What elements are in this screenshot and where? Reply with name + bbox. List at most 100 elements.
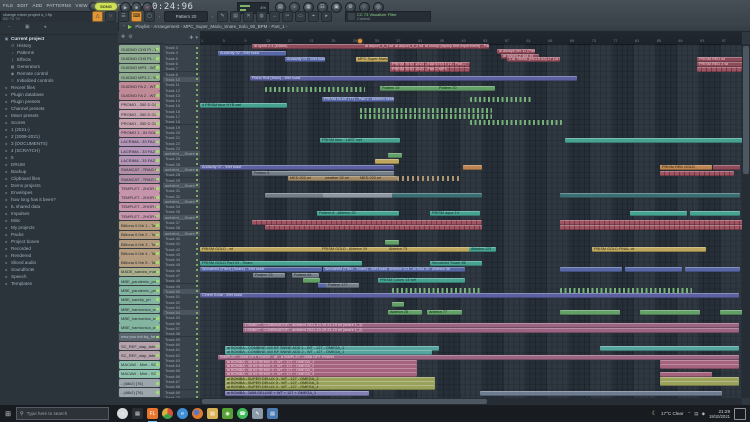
track-options-icon[interactable]: ▾ <box>195 35 198 41</box>
clip[interactable]: Cinere Amat - Wet toast <box>200 293 739 298</box>
clip[interactable] <box>265 87 365 92</box>
explorer-icon[interactable]: ▤ <box>207 408 218 419</box>
detach-icon[interactable]: ⌃ <box>122 24 125 29</box>
slice-tool[interactable]: ✂ <box>282 11 293 22</box>
browser-item-templates[interactable]: ▸Templates <box>0 280 118 287</box>
vertical-scrollbar-thumb[interactable] <box>743 46 749 174</box>
clip[interactable]: PRISM RED wt <box>697 57 742 62</box>
track-mute-led[interactable] <box>196 317 198 319</box>
clip[interactable] <box>660 364 739 369</box>
select-tool[interactable]: ▭ <box>295 11 306 22</box>
clip[interactable]: ai always her 11 (Part 1) <box>497 49 535 54</box>
clip[interactable]: Ableton 25 <box>388 310 422 315</box>
browser-item-drum[interactable]: ▸DRUM <box>0 161 118 168</box>
clip[interactable]: 2 ai 75M51 (NCLS 63) LT [187] (PRISM_2) <box>507 57 560 62</box>
picker-item[interactable]: GUIDNO CH3 PI - WT <box>119 45 160 53</box>
task-view-icon[interactable]: ▤ <box>132 408 143 419</box>
clip[interactable]: Ableton 123 <box>469 247 496 252</box>
track-mute-led[interactable] <box>196 47 198 49</box>
metronome-button[interactable]: △ <box>92 11 103 22</box>
browser-item-envelopes[interactable]: ▸Envelopes <box>0 189 118 196</box>
mute-led[interactable] <box>156 224 159 227</box>
track-mute-led[interactable] <box>196 264 198 266</box>
browser-item-recorded[interactable]: ▸Recorded <box>0 245 118 252</box>
browser-item-plugin-database[interactable]: ▸Plugin database <box>0 91 118 98</box>
clip[interactable]: Pattern 19 <box>380 86 438 91</box>
browser-item-channel-presets[interactable]: ▸Channel presets <box>0 105 118 112</box>
start-button[interactable]: ⊞ <box>0 405 16 422</box>
add-track-icon[interactable]: ✚ <box>189 35 193 41</box>
track-mute-led[interactable] <box>196 338 198 340</box>
mute-led[interactable] <box>156 391 159 394</box>
browser-item-impulses[interactable]: ▸Impulses <box>0 210 118 217</box>
track-mute-led[interactable] <box>196 365 198 367</box>
draw-tool[interactable]: ✎ <box>217 11 228 22</box>
track-mute-led[interactable] <box>196 296 198 298</box>
picker-item[interactable]: SVANCAT - TRAG WT <box>119 175 160 183</box>
clip[interactable]: Pattern 64 <box>292 273 319 278</box>
picker-item[interactable]: TEMPLET - 2HOR wE <box>119 203 160 211</box>
clip[interactable]: PRISM RED 2 wt <box>697 62 742 67</box>
clip[interactable] <box>713 165 740 170</box>
mute-led[interactable] <box>156 252 159 255</box>
track-mute-led[interactable] <box>196 158 198 160</box>
clip[interactable]: LSMBKT - COMBINATOR - ambient 2021-10-19… <box>243 328 739 333</box>
cortana-icon[interactable]: ○ <box>117 408 128 419</box>
track-mute-led[interactable] <box>196 100 198 102</box>
mute-led[interactable] <box>156 187 159 190</box>
track-mute-led[interactable] <box>196 73 198 75</box>
picker-item[interactable]: Billiona 0.0rb 1 - Ta <box>119 221 160 229</box>
clip[interactable]: Pattern 177 <box>326 283 359 288</box>
track-mute-led[interactable] <box>196 142 198 144</box>
pattern-next-arrow[interactable]: › <box>210 12 215 21</box>
clip[interactable] <box>265 225 482 230</box>
clip[interactable]: Ableton 56 <box>430 267 465 272</box>
clip[interactable]: Audacity 07 - Wet toast <box>200 165 394 170</box>
mute-led[interactable] <box>156 48 159 51</box>
browser-tab-icon-1[interactable]: ▣ <box>25 24 30 32</box>
clip[interactable] <box>385 240 399 245</box>
clip[interactable]: ai airport_0_1 wt <box>363 44 395 49</box>
mute-led[interactable] <box>156 243 159 246</box>
browser-item-packs[interactable]: ▸Packs <box>0 231 118 238</box>
mute-led[interactable] <box>156 271 159 274</box>
picker-item[interactable]: TEMPLET - 2HOR wE <box>119 212 160 220</box>
clip[interactable]: ai airport_0_2 wt <box>393 44 425 49</box>
mute-led[interactable] <box>156 345 159 348</box>
playhead-marker[interactable] <box>358 39 362 43</box>
picker-header-icon-1[interactable]: ⚙ <box>128 34 132 40</box>
clip[interactable]: ai BOMBA - SUPER DELUX 3 - WT - 127 - OM… <box>225 385 435 390</box>
track-mute-led[interactable] <box>196 280 198 282</box>
mute-led[interactable] <box>156 178 159 181</box>
picker-item[interactable]: MBE_pandemic_pri <box>119 277 160 285</box>
pattern-selector[interactable]: Pattern 20 <box>164 11 208 22</box>
clip[interactable] <box>392 193 482 198</box>
browser-item-1-2021-[interactable]: ▸1 (2021-) <box>0 126 118 133</box>
clip[interactable]: Pattern 23 <box>253 273 285 278</box>
menu-view[interactable]: VIEW <box>75 3 87 8</box>
track-mute-led[interactable] <box>196 237 198 239</box>
picker-item[interactable]: - (48k2) [76] <box>119 388 160 396</box>
track-mute-led[interactable] <box>196 328 198 330</box>
picker-item[interactable]: MADE_sandra_mat <box>119 268 160 276</box>
picker-item[interactable]: Billiona 0.0rb 2 - Ta <box>119 231 160 239</box>
track-mute-led[interactable] <box>196 137 198 139</box>
browser-item-misc[interactable]: ▸Misc <box>0 217 118 224</box>
clip[interactable] <box>252 220 482 225</box>
taskbar-search[interactable]: ⚲ Type here to search <box>16 407 109 420</box>
clip[interactable] <box>392 302 404 307</box>
track-mute-led[interactable] <box>196 78 198 80</box>
clip[interactable] <box>560 225 742 230</box>
track-mute-led[interactable] <box>196 312 198 314</box>
mute-led[interactable] <box>156 317 159 320</box>
track-mute-led[interactable] <box>196 153 198 155</box>
picker-item[interactable]: SC_REF_slap_fabr <box>119 351 160 359</box>
clip[interactable]: ai BOMBA - COMBINE 400 BF SNINE ADD 2 - … <box>225 350 432 355</box>
clip[interactable]: Pattern 6 - Ableton 20 <box>317 211 399 216</box>
clip[interactable] <box>397 176 461 181</box>
browser-tab-icon-2[interactable]: ◂ <box>44 24 47 32</box>
track-mute-led[interactable] <box>196 211 198 213</box>
clip[interactable]: PRISM RED GOLD <box>660 165 712 170</box>
mute-led[interactable] <box>156 234 159 237</box>
browser-item-2-2009-2021-[interactable]: ▸2 (2009-2021) <box>0 133 118 140</box>
